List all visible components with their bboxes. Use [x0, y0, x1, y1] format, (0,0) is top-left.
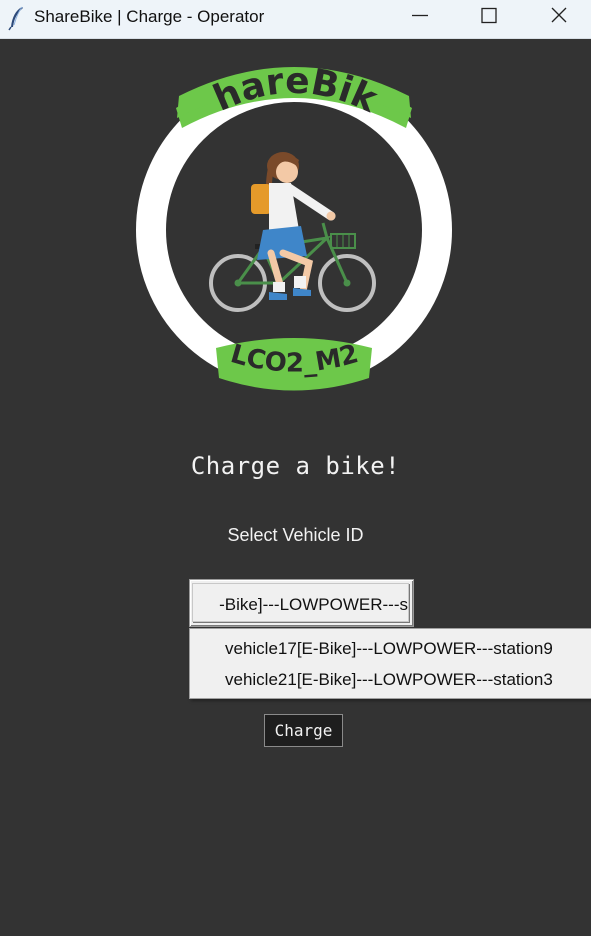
- vehicle-id-select[interactable]: -Bike]---LOWPOWER---s: [189, 579, 414, 627]
- sharebike-logo: ShareBike LCO2_M2: [118, 16, 457, 400]
- select-vehicle-label: Select Vehicle ID: [227, 525, 364, 545]
- vehicle-id-dropdown-list[interactable]: vehicle17[E-Bike]---LOWPOWER---station9 …: [189, 628, 591, 699]
- minimize-icon: [412, 14, 428, 17]
- page-heading: Charge a bike!: [190, 452, 401, 480]
- vehicle-id-select-field[interactable]: -Bike]---LOWPOWER---s: [192, 583, 409, 622]
- dropdown-option[interactable]: vehicle17[E-Bike]---LOWPOWER---station9: [225, 639, 553, 659]
- dropdown-option[interactable]: vehicle21[E-Bike]---LOWPOWER---station3: [225, 670, 553, 690]
- app-window: ShareBike | Charge - Operator hareBik LC…: [0, 0, 591, 936]
- maximize-button[interactable]: [466, 0, 512, 32]
- feather-icon: [8, 5, 26, 31]
- maximize-icon: [481, 7, 497, 24]
- charge-button[interactable]: Charge: [264, 714, 343, 747]
- minimize-button[interactable]: [397, 0, 443, 32]
- close-icon: [551, 7, 567, 23]
- title-bar[interactable]: ShareBike | Charge - Operator: [0, 0, 591, 39]
- vehicle-id-selected-value: -Bike]---LOWPOWER---s: [219, 595, 408, 614]
- logo-brand-text: ShareBike: [131, 48, 384, 121]
- window-title: ShareBike | Charge - Operator: [34, 7, 265, 26]
- close-button[interactable]: [536, 0, 582, 32]
